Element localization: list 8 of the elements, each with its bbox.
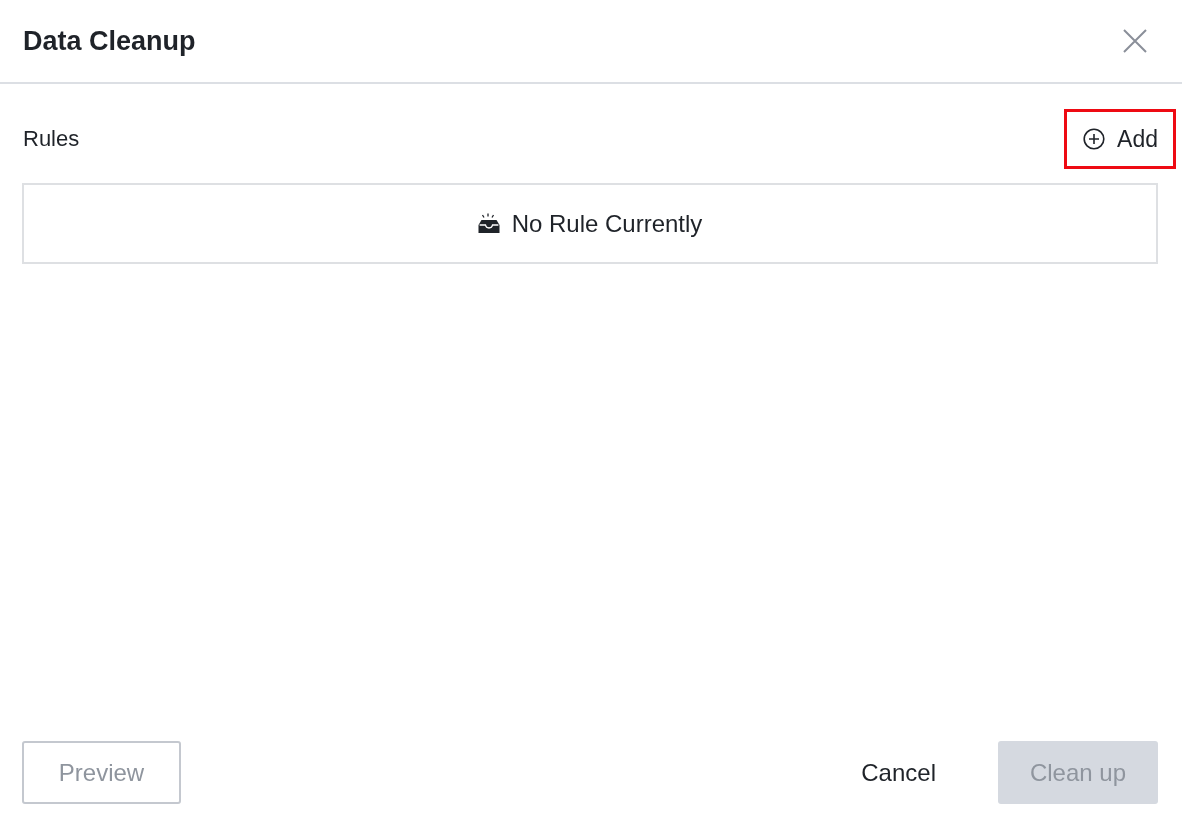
plus-circle-icon: [1083, 128, 1106, 150]
empty-tray-icon: [477, 213, 500, 234]
add-button[interactable]: Add: [1064, 109, 1176, 169]
cancel-button[interactable]: Cancel: [821, 741, 976, 804]
dialog-title: Data Cleanup: [23, 25, 196, 57]
empty-state-message: No Rule Currently: [511, 209, 703, 238]
section-label: Rules: [23, 126, 80, 152]
close-icon[interactable]: [1123, 29, 1147, 53]
